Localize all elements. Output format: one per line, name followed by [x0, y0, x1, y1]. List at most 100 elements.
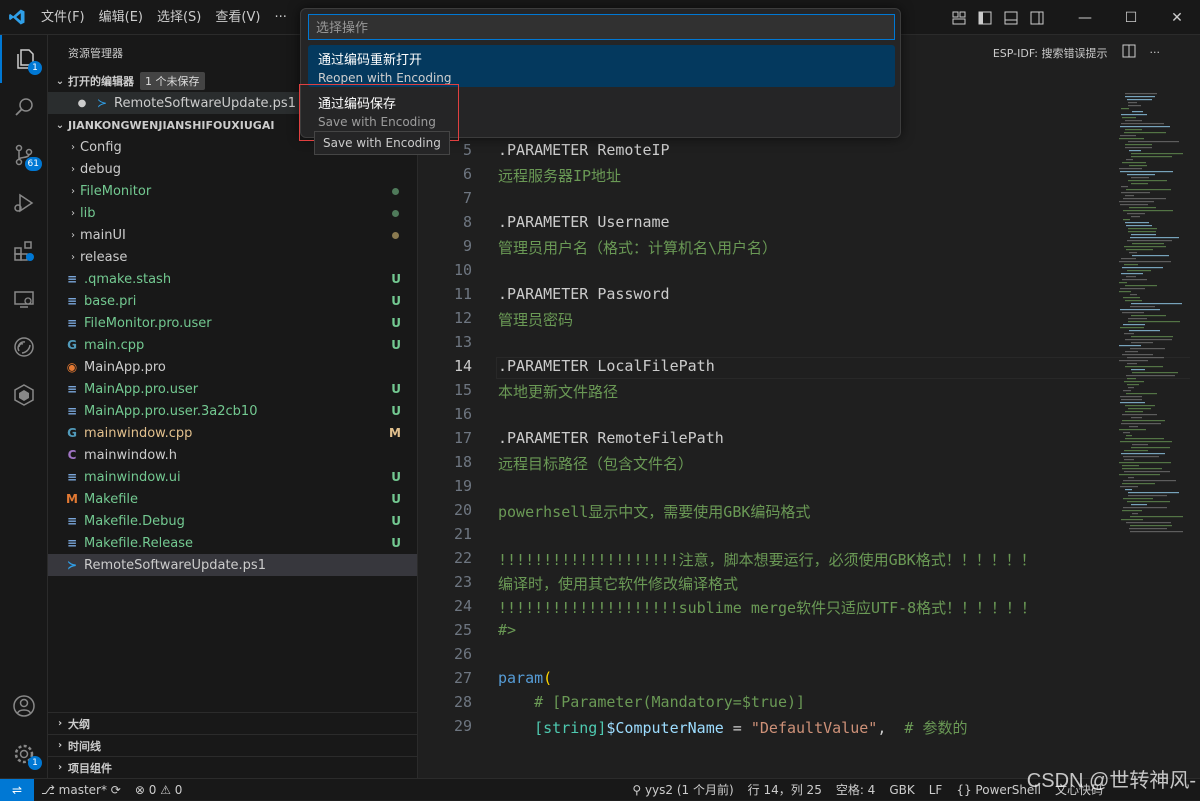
minimize-button[interactable]: — [1062, 0, 1108, 35]
customize-layout-icon[interactable] [946, 7, 972, 29]
minimap[interactable] [1115, 93, 1190, 533]
line-number: 13 [453, 333, 472, 351]
minimap-line [1132, 255, 1169, 257]
minimap-line [1126, 249, 1153, 251]
branch-indicator[interactable]: ⎇ master* ⟳ [34, 783, 128, 797]
minimap-line [1129, 165, 1147, 167]
file-item[interactable]: ≡ base.pri U [48, 290, 417, 312]
minimap-line [1125, 129, 1142, 131]
option-title: 通过编码重新打开 [318, 53, 423, 68]
branch-name: master* [58, 782, 107, 797]
vscode-logo-icon [0, 0, 34, 35]
chevron-right-icon: › [71, 229, 75, 241]
menu-selection[interactable]: 选择(S) [150, 0, 208, 35]
file-item[interactable]: ≡ FileMonitor.pro.user U [48, 312, 417, 334]
minimap-line [1126, 375, 1175, 377]
problems-indicator[interactable]: ⊗ 0 ⚠ 0 [128, 783, 190, 797]
minimap-line [1120, 288, 1145, 290]
file-item[interactable]: ≡ MainApp.pro.user U [48, 378, 417, 400]
editor-scrollbar[interactable] [1190, 93, 1200, 773]
palette-input[interactable] [308, 14, 895, 40]
item-label: RemoteSoftwareUpdate.ps1 [84, 557, 266, 573]
unsaved-dot-icon[interactable]: ● [74, 95, 90, 111]
file-item[interactable]: ≡ MainApp.pro.user.3a2cb10 U [48, 400, 417, 422]
source-control-icon[interactable]: 61 [0, 131, 48, 179]
encoding-indicator[interactable]: GBK [882, 783, 921, 797]
line-number: 23 [453, 573, 472, 591]
esp-idf-icon[interactable] [0, 323, 48, 371]
folder-item[interactable]: › mainUI [48, 224, 417, 246]
minimap-line [1125, 438, 1164, 440]
file-item[interactable]: Cmainwindow.h [48, 444, 417, 466]
extensions-icon[interactable] [0, 227, 48, 275]
folder-item[interactable]: › release [48, 246, 417, 268]
timeline-header[interactable]: › 时间线 [48, 734, 418, 756]
folder-item[interactable]: › debug [48, 158, 417, 180]
minimap-line [1119, 261, 1171, 263]
file-item[interactable]: M Makefile U [48, 488, 417, 510]
menu-edit[interactable]: 编辑(E) [92, 0, 150, 35]
code-line: param( [498, 669, 553, 687]
menu-file[interactable]: 文件(F) [34, 0, 92, 35]
folder-item[interactable]: › FileMonitor [48, 180, 417, 202]
platform-icon[interactable] [0, 371, 48, 419]
minimap-line [1125, 351, 1138, 353]
more-actions-icon[interactable]: ··· [1150, 46, 1161, 59]
menu-view[interactable]: 查看(V) [208, 0, 267, 35]
toggle-panel-icon[interactable] [998, 7, 1024, 29]
menu-more[interactable]: ··· [267, 0, 293, 35]
explorer-icon[interactable]: 1 [0, 35, 48, 83]
esp-idf-search-error-button[interactable]: ESP-IDF: 搜索错误提示 [993, 45, 1108, 61]
item-label: MainApp.pro.user.3a2cb10 [84, 403, 258, 419]
file-item[interactable]: Gmainwindow.cpp M [48, 422, 417, 444]
line-number: 12 [453, 309, 472, 327]
close-button[interactable]: ✕ [1154, 0, 1200, 35]
file-item[interactable]: ≡ Makefile.Release U [48, 532, 417, 554]
file-item[interactable]: ◉ MainApp.pro [48, 356, 417, 378]
minimap-line [1128, 228, 1157, 230]
toggle-primary-sidebar-icon[interactable] [972, 7, 998, 29]
project-label: 项目组件 [68, 761, 112, 775]
minimap-line [1127, 99, 1152, 101]
minimap-line [1123, 297, 1140, 299]
manage-gear-icon[interactable]: 1 [0, 730, 48, 778]
line-number: 18 [453, 453, 472, 471]
minimap-line [1131, 447, 1170, 449]
toggle-secondary-sidebar-icon[interactable] [1024, 7, 1050, 29]
minimap-line [1131, 177, 1149, 179]
item-label: mainwindow.h [84, 447, 177, 463]
remote-explorer-icon[interactable] [0, 275, 48, 323]
remote-indicator-icon[interactable]: ⇌ [0, 778, 34, 801]
editor-area[interactable]: ESP-IDF: 搜索错误提示 ··· 3远程软件更新脚本 - 安全关闭、替换并… [418, 35, 1200, 778]
activity-bar: 1 61 1 [0, 35, 48, 778]
eol-indicator[interactable]: LF [922, 783, 950, 797]
minimap-line [1121, 453, 1165, 455]
settings-badge: 1 [28, 756, 42, 770]
search-icon[interactable] [0, 83, 48, 131]
reopen-with-encoding-option[interactable]: 通过编码重新打开 Reopen with Encoding [308, 45, 895, 87]
file-item[interactable]: ≻ RemoteSoftwareUpdate.ps1 [48, 554, 417, 576]
indentation[interactable]: 空格: 4 [829, 781, 883, 798]
minimap-line [1127, 174, 1155, 176]
maximize-button[interactable]: ☐ [1108, 0, 1154, 35]
line-number: 24 [453, 597, 472, 615]
file-item[interactable]: ≡ .qmake.stash U [48, 268, 417, 290]
tooltip: Save with Encoding [314, 131, 450, 155]
cursor-position[interactable]: 行 14，列 25 [741, 781, 829, 798]
account-icon[interactable] [0, 682, 48, 730]
file-item[interactable]: ≡ Makefile.Debug U [48, 510, 417, 532]
item-label: FileMonitor [80, 183, 152, 199]
minimap-line [1131, 156, 1172, 158]
file-icon: ≡ [66, 316, 78, 330]
split-editor-icon[interactable] [1122, 44, 1136, 61]
chevron-right-icon: › [57, 718, 63, 729]
project-components-header[interactable]: › 项目组件 [48, 756, 418, 778]
folder-item[interactable]: › lib [48, 202, 417, 224]
run-debug-icon[interactable] [0, 179, 48, 227]
file-item[interactable]: ≡ mainwindow.ui U [48, 466, 417, 488]
outline-header[interactable]: › 大纲 [48, 712, 418, 734]
git-blame-indicator[interactable]: ⚲ yys2 (1 个月前) [625, 781, 740, 798]
file-item[interactable]: Gmain.cpp U [48, 334, 417, 356]
chevron-right-icon: › [57, 762, 63, 773]
chevron-right-icon: › [71, 207, 75, 219]
